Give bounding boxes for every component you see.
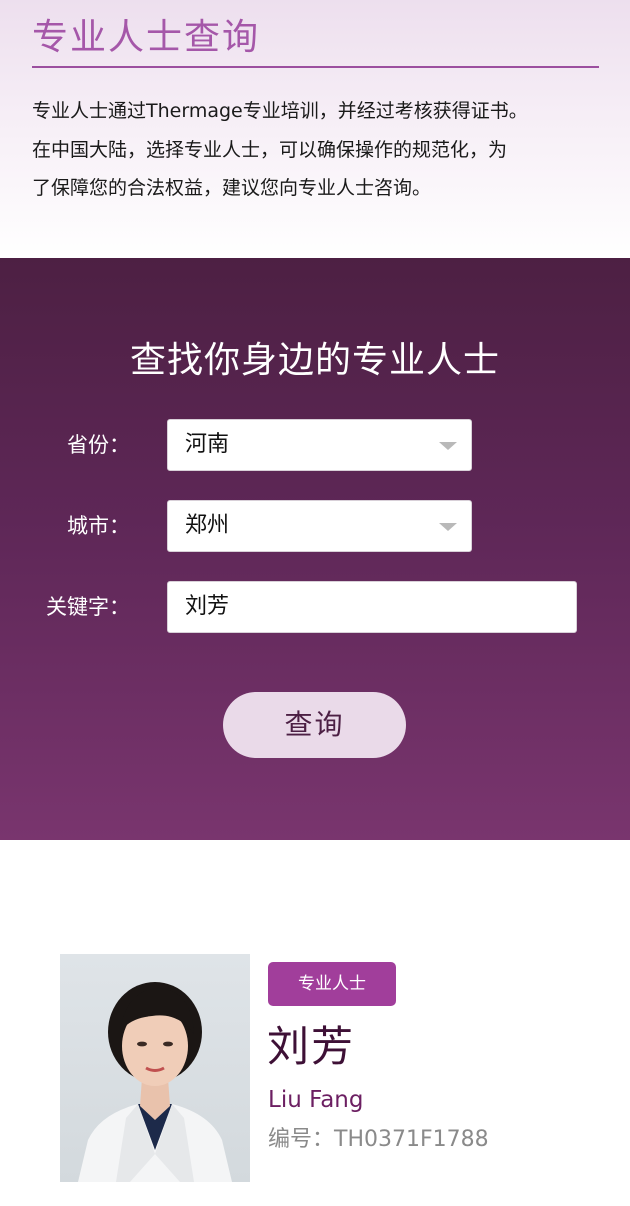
province-value: 河南 [185, 432, 230, 457]
province-select[interactable]: 河南 [167, 419, 472, 471]
professional-name-en: Liu Fang [268, 1087, 364, 1113]
province-label: 省份： [67, 433, 130, 457]
professional-badge: 专业人士 [268, 962, 396, 1006]
result-card[interactable]: 专业人士 刘芳 Liu Fang 编号：TH0371F1788 [60, 954, 580, 1182]
page-title: 专业人士查询 [32, 17, 261, 58]
title-divider [32, 66, 599, 68]
city-select[interactable]: 郑州 [167, 500, 472, 552]
search-title: 查找你身边的专业人士 [129, 340, 500, 381]
intro-line: 在中国大陆，选择专业人士，可以确保操作的规范化，为 [32, 138, 508, 161]
city-label: 城市： [67, 514, 130, 538]
keyword-input[interactable]: 刘芳 [167, 581, 577, 633]
intro-section: 专业人士查询 专业人士通过Thermage专业培训，并经过考核获得证书。 在中国… [0, 0, 630, 258]
certificate-number: 编号：TH0371F1788 [268, 1127, 489, 1152]
professional-name-cn: 刘芳 [267, 1022, 356, 1071]
intro-line: 了保障您的合法权益，建议您向专业人士咨询。 [32, 177, 432, 199]
chevron-down-icon [439, 523, 457, 531]
city-value: 郑州 [185, 513, 230, 538]
intro-description: 专业人士通过Thermage专业培训，并经过考核获得证书。 在中国大陆，选择专业… [32, 92, 602, 208]
intro-line: 专业人士通过Thermage专业培训，并经过考核获得证书。 [32, 100, 528, 122]
query-button[interactable]: 查询 [223, 692, 406, 758]
keyword-label: 关键字： [46, 595, 130, 619]
portrait-illustration [78, 982, 232, 1182]
chevron-down-icon [439, 442, 457, 450]
professional-photo [60, 954, 250, 1182]
keyword-value: 刘芳 [185, 594, 230, 619]
search-panel: 查找你身边的专业人士 省份： 河南 城市： 郑州 关键字： 刘芳 查询 [0, 258, 630, 840]
